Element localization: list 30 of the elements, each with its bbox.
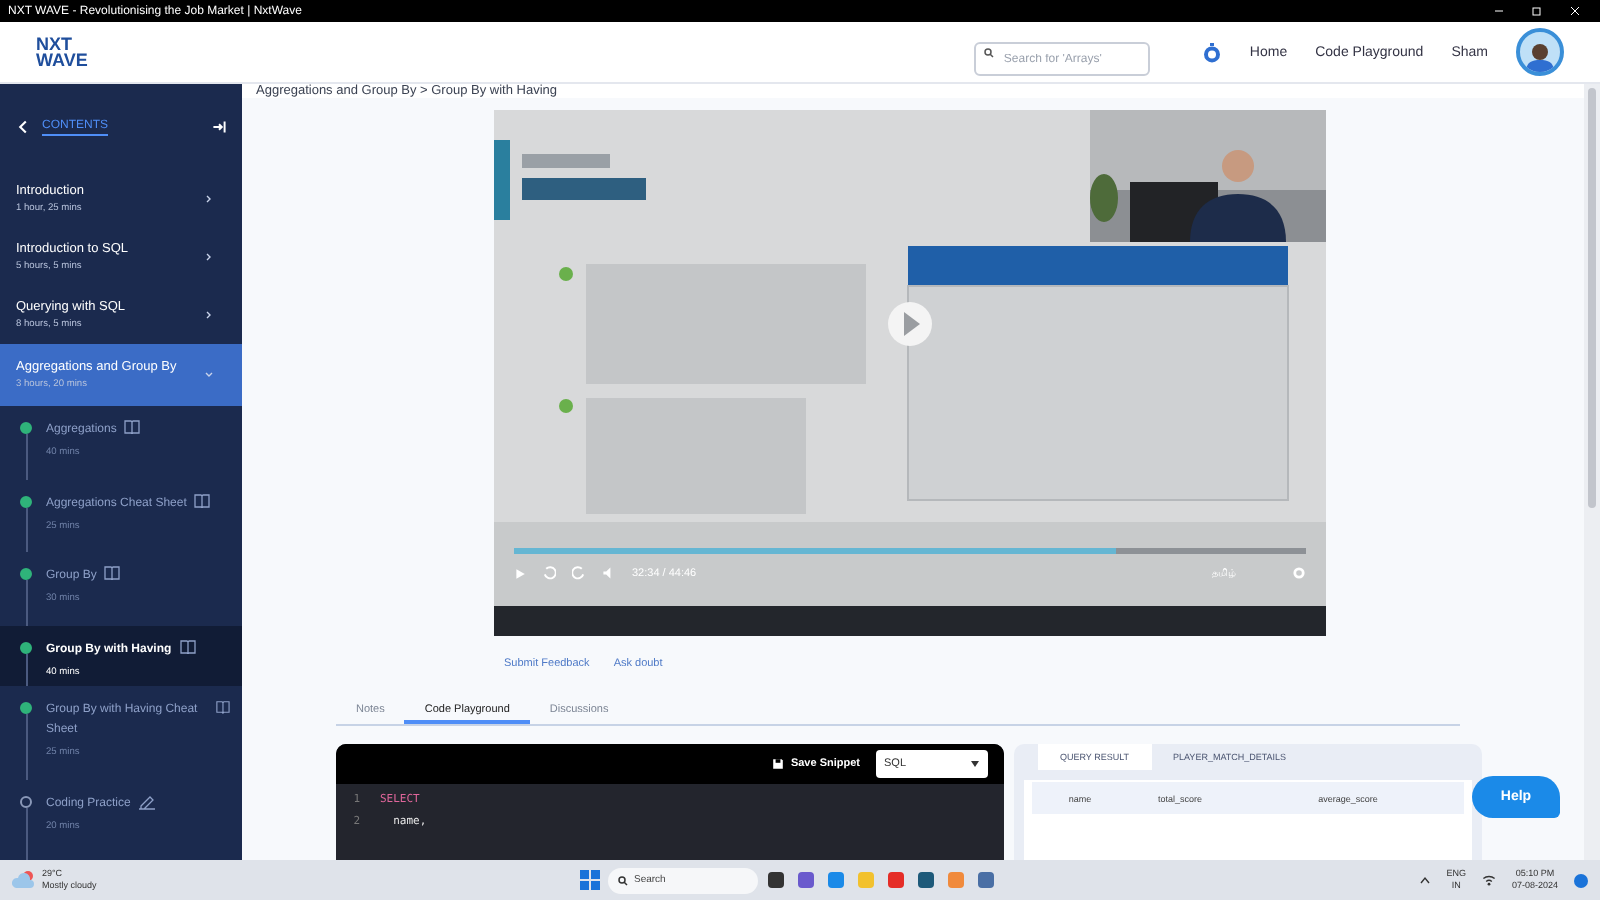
chevron-right-icon[interactable] bbox=[204, 194, 214, 204]
chevron-right-icon[interactable] bbox=[204, 252, 214, 262]
progress-track[interactable] bbox=[514, 548, 1306, 554]
chevron-right-icon[interactable] bbox=[204, 310, 214, 320]
scrollbar[interactable] bbox=[1584, 84, 1600, 860]
minimize-icon[interactable] bbox=[1494, 6, 1504, 16]
book-icon bbox=[216, 700, 230, 714]
logo[interactable]: NXT WAVE bbox=[36, 36, 88, 68]
chevron-down-icon[interactable] bbox=[204, 370, 214, 380]
restore-icon[interactable] bbox=[1532, 6, 1542, 16]
book-icon bbox=[194, 494, 211, 508]
back-icon[interactable] bbox=[18, 120, 28, 134]
avatar[interactable] bbox=[1516, 28, 1564, 76]
caret-icon bbox=[970, 760, 980, 768]
person-silhouette-icon bbox=[1524, 40, 1556, 72]
wifi-icon[interactable] bbox=[1481, 874, 1496, 886]
close-icon[interactable] bbox=[1570, 6, 1580, 16]
notification-icon[interactable] bbox=[1574, 873, 1588, 887]
search-icon bbox=[983, 47, 994, 57]
search-icon bbox=[618, 875, 628, 885]
collapse-icon[interactable] bbox=[212, 120, 226, 134]
pencil-icon bbox=[138, 794, 157, 810]
windows-start-icon[interactable] bbox=[580, 870, 600, 890]
book-icon bbox=[104, 566, 121, 580]
book-icon bbox=[179, 640, 196, 654]
cloud-icon bbox=[12, 870, 36, 890]
chevron-up-icon[interactable] bbox=[1420, 876, 1431, 884]
book-icon bbox=[124, 420, 141, 434]
stopwatch-icon[interactable] bbox=[1201, 41, 1222, 63]
save-icon bbox=[772, 758, 785, 770]
